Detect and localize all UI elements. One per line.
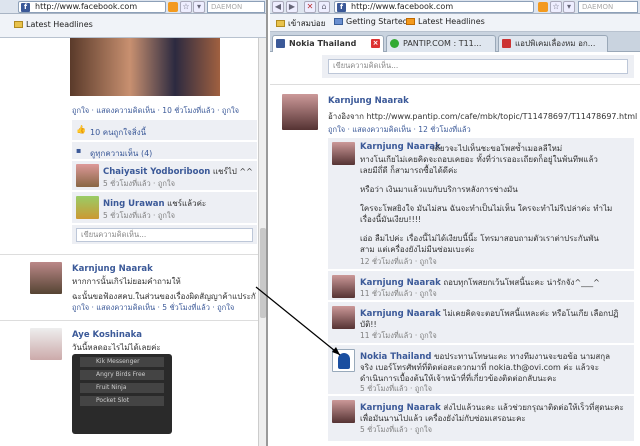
annotation-arrow [255,286,341,356]
